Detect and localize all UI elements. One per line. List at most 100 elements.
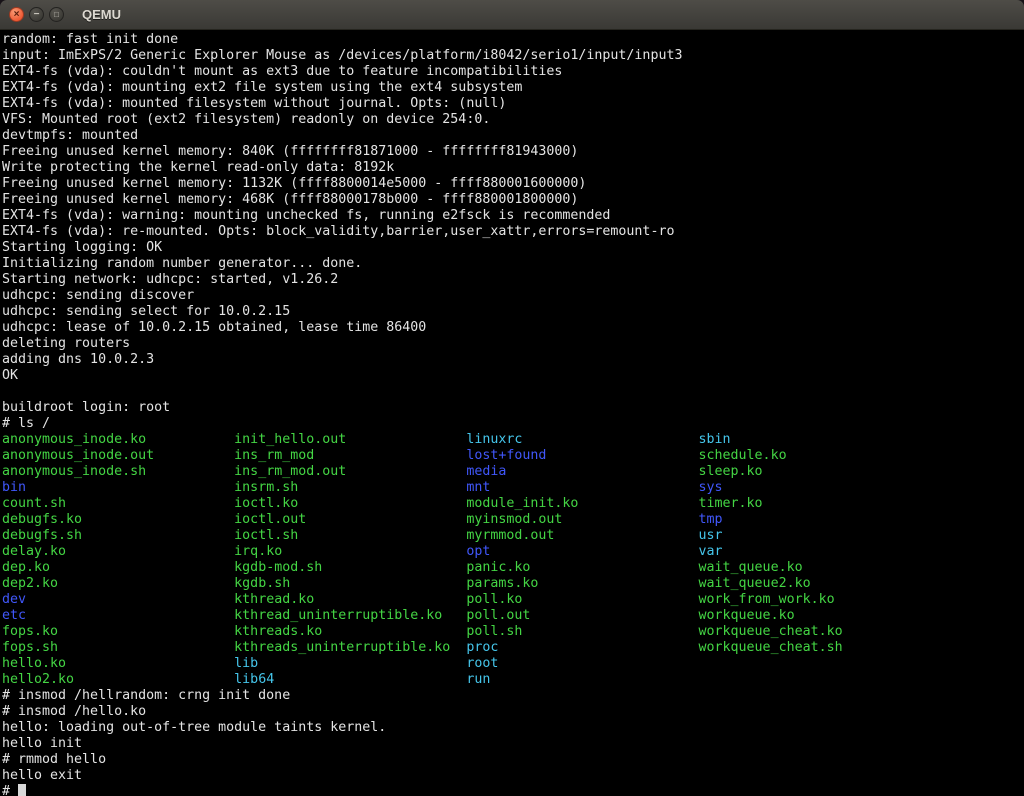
terminal-line: input: ImExPS/2 Generic Explorer Mouse a… (2, 48, 1024, 64)
file-entry: workqueue_cheat.ko (699, 624, 843, 639)
file-entry: linuxrc (466, 432, 698, 447)
file-entry: ioctl.sh (234, 528, 466, 543)
qemu-window: × − □ QEMU random: fast init doneinput: … (0, 0, 1024, 796)
terminal-line: EXT4-fs (vda): warning: mounting uncheck… (2, 208, 1024, 224)
terminal-line: adding dns 10.0.2.3 (2, 352, 1024, 368)
file-entry: hello.ko (2, 656, 234, 671)
file-entry: delay.ko (2, 544, 234, 559)
file-entry: media (466, 464, 698, 479)
terminal-line: OK (2, 368, 1024, 384)
shell-prompt: # (2, 784, 18, 796)
file-entry: kthread.ko (234, 592, 466, 607)
terminal-line: # insmod /hello.ko (2, 704, 1024, 720)
close-icon: × (14, 10, 20, 20)
terminal-line: Write protecting the kernel read-only da… (2, 160, 1024, 176)
terminal-line: EXT4-fs (vda): couldn't mount as ext3 du… (2, 64, 1024, 80)
file-entry: lost+found (466, 448, 698, 463)
minimize-button[interactable]: − (29, 7, 44, 22)
terminal-line: fops.sh kthreads_uninterruptible.ko proc… (2, 640, 1024, 656)
file-entry: lib (234, 656, 466, 671)
file-entry: myinsmod.out (466, 512, 698, 527)
file-entry: ioctl.out (234, 512, 466, 527)
terminal-line: hello: loading out-of-tree module taints… (2, 720, 1024, 736)
terminal-line: Freeing unused kernel memory: 840K (ffff… (2, 144, 1024, 160)
terminal-line: random: fast init done (2, 32, 1024, 48)
terminal-line: EXT4-fs (vda): mounted filesystem withou… (2, 96, 1024, 112)
terminal-line: Freeing unused kernel memory: 1132K (fff… (2, 176, 1024, 192)
terminal-line: dep2.ko kgdb.sh params.ko wait_queue2.ko (2, 576, 1024, 592)
file-entry: mnt (466, 480, 698, 495)
file-entry: count.sh (2, 496, 234, 511)
file-entry: sbin (699, 432, 731, 447)
file-entry: irq.ko (234, 544, 466, 559)
file-entry: usr (699, 528, 723, 543)
file-entry: sleep.ko (699, 464, 763, 479)
terminal[interactable]: random: fast init doneinput: ImExPS/2 Ge… (0, 30, 1024, 796)
file-entry: dev (2, 592, 234, 607)
file-entry: poll.ko (466, 592, 698, 607)
terminal-line: Initializing random number generator... … (2, 256, 1024, 272)
terminal-line: debugfs.ko ioctl.out myinsmod.out tmp (2, 512, 1024, 528)
terminal-line: Starting logging: OK (2, 240, 1024, 256)
file-entry: fops.ko (2, 624, 234, 639)
file-entry: module_init.ko (466, 496, 698, 511)
terminal-line: fops.ko kthreads.ko poll.sh workqueue_ch… (2, 624, 1024, 640)
terminal-line: anonymous_inode.out ins_rm_mod lost+foun… (2, 448, 1024, 464)
file-entry: myrmmod.out (466, 528, 698, 543)
terminal-line: dev kthread.ko poll.ko work_from_work.ko (2, 592, 1024, 608)
file-entry: bin (2, 480, 234, 495)
file-entry: var (699, 544, 723, 559)
terminal-line: hello2.ko lib64 run (2, 672, 1024, 688)
terminal-line: EXT4-fs (vda): re-mounted. Opts: block_v… (2, 224, 1024, 240)
terminal-line: # ls / (2, 416, 1024, 432)
terminal-line (2, 384, 1024, 400)
file-entry: proc (466, 640, 698, 655)
terminal-line: devtmpfs: mounted (2, 128, 1024, 144)
terminal-line: count.sh ioctl.ko module_init.ko timer.k… (2, 496, 1024, 512)
file-entry: tmp (699, 512, 723, 527)
file-entry: etc (2, 608, 234, 623)
terminal-line: deleting routers (2, 336, 1024, 352)
terminal-line: VFS: Mounted root (ext2 filesystem) read… (2, 112, 1024, 128)
file-entry: kgdb.sh (234, 576, 466, 591)
file-entry: kgdb-mod.sh (234, 560, 466, 575)
file-entry: ioctl.ko (234, 496, 466, 511)
file-entry: timer.ko (699, 496, 763, 511)
maximize-button[interactable]: □ (49, 7, 64, 22)
file-entry: insrm.sh (234, 480, 466, 495)
file-entry: run (466, 672, 490, 687)
terminal-line: anonymous_inode.sh ins_rm_mod.out media … (2, 464, 1024, 480)
file-entry: debugfs.sh (2, 528, 234, 543)
file-entry: wait_queue.ko (699, 560, 803, 575)
terminal-line: delay.ko irq.ko opt var (2, 544, 1024, 560)
terminal-line: bin insrm.sh mnt sys (2, 480, 1024, 496)
close-button[interactable]: × (9, 7, 24, 22)
file-entry: kthreads_uninterruptible.ko (234, 640, 466, 655)
terminal-cursor (18, 784, 26, 796)
terminal-line: debugfs.sh ioctl.sh myrmmod.out usr (2, 528, 1024, 544)
titlebar[interactable]: × − □ QEMU (0, 0, 1024, 30)
minimize-icon: − (34, 10, 40, 20)
terminal-line: Freeing unused kernel memory: 468K (ffff… (2, 192, 1024, 208)
terminal-line: # insmod /hellrandom: crng init done (2, 688, 1024, 704)
file-entry: workqueue_cheat.sh (699, 640, 843, 655)
window-title: QEMU (82, 7, 121, 22)
terminal-line: # rmmod hello (2, 752, 1024, 768)
terminal-line: hello init (2, 736, 1024, 752)
file-entry: opt (466, 544, 698, 559)
file-entry: anonymous_inode.ko (2, 432, 234, 447)
terminal-line: hello.ko lib root (2, 656, 1024, 672)
file-entry: poll.out (466, 608, 698, 623)
file-entry: poll.sh (466, 624, 698, 639)
file-entry: schedule.ko (699, 448, 787, 463)
terminal-line: # (2, 784, 1024, 796)
file-entry: kthreads.ko (234, 624, 466, 639)
file-entry: workqueue.ko (699, 608, 795, 623)
file-entry: kthread_uninterruptible.ko (234, 608, 466, 623)
file-entry: debugfs.ko (2, 512, 234, 527)
file-entry: work_from_work.ko (699, 592, 835, 607)
file-entry: lib64 (234, 672, 466, 687)
file-entry: dep.ko (2, 560, 234, 575)
file-entry: sys (699, 480, 723, 495)
terminal-line: Starting network: udhcpc: started, v1.26… (2, 272, 1024, 288)
